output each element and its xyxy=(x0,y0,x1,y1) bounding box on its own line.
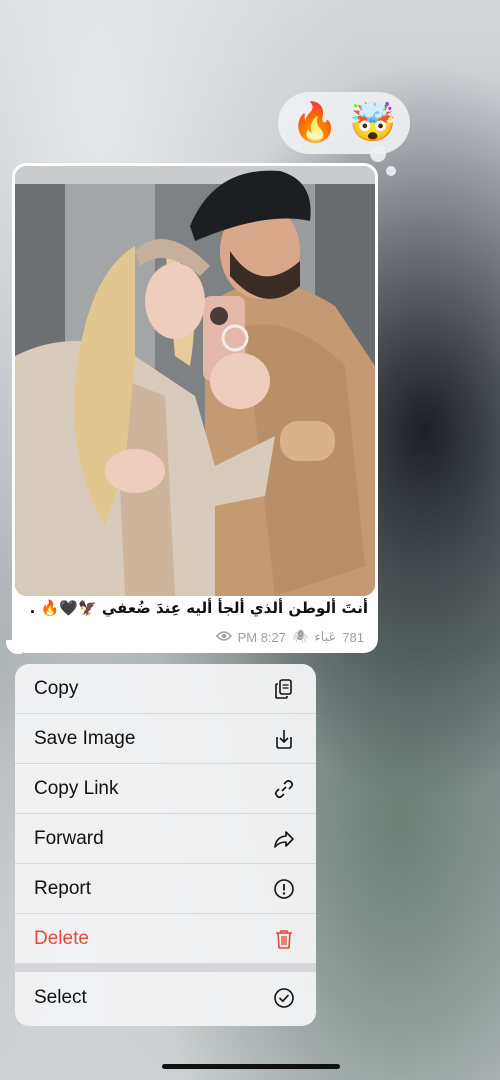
menu-item-label: Copy xyxy=(34,677,79,699)
views-eye-icon xyxy=(215,630,232,645)
save-image-icon xyxy=(272,727,296,751)
message-meta: 781 عَباء 🕷 8:27 PM xyxy=(215,629,364,645)
context-menu: Copy Save Image Copy Link Forward Report… xyxy=(15,664,316,1026)
report-icon xyxy=(272,877,296,901)
menu-item-label: Delete xyxy=(34,927,89,949)
spider-emoji: 🕷 xyxy=(292,629,309,644)
menu-item-delete[interactable]: Delete xyxy=(15,914,316,964)
reaction-bubble-tail-dot xyxy=(386,166,396,176)
reaction-bubble: 🔥 🤯 xyxy=(278,92,410,154)
menu-item-copy-link[interactable]: Copy Link xyxy=(15,764,316,814)
message-photo[interactable] xyxy=(15,166,375,596)
menu-item-select[interactable]: Select xyxy=(15,972,316,1023)
trash-icon xyxy=(272,927,296,951)
menu-item-copy[interactable]: Copy xyxy=(15,664,316,714)
menu-item-label: Copy Link xyxy=(34,777,119,799)
author-signature: عَباء xyxy=(314,629,337,644)
menu-item-label: Forward xyxy=(34,827,104,849)
menu-item-save-image[interactable]: Save Image xyxy=(15,714,316,764)
message-time: 8:27 PM xyxy=(237,629,287,645)
link-icon xyxy=(272,777,296,801)
home-indicator[interactable] xyxy=(162,1064,340,1069)
menu-item-forward[interactable]: Forward xyxy=(15,814,316,864)
reaction-fire[interactable]: 🔥 xyxy=(291,101,338,145)
message-caption: أنتَ ألوطن ألذي ألجأ أليه عِندَ ضُعفي 🦅🖤… xyxy=(29,599,368,617)
menu-item-label: Save Image xyxy=(34,727,136,749)
reaction-bubble-tail xyxy=(370,146,386,162)
copy-icon xyxy=(272,677,296,701)
reaction-mind-blown[interactable]: 🤯 xyxy=(349,101,396,145)
forward-icon xyxy=(272,827,296,851)
menu-item-label: Select xyxy=(34,986,87,1008)
menu-separator xyxy=(15,964,316,972)
views-count: 781 xyxy=(342,629,364,645)
message-bubble[interactable]: أنتَ ألوطن ألذي ألجأ أليه عِندَ ضُعفي 🦅🖤… xyxy=(12,163,378,653)
menu-item-label: Report xyxy=(34,877,92,899)
menu-item-report[interactable]: Report xyxy=(15,864,316,914)
select-check-icon xyxy=(272,986,296,1010)
message-bubble-tail xyxy=(6,640,22,654)
